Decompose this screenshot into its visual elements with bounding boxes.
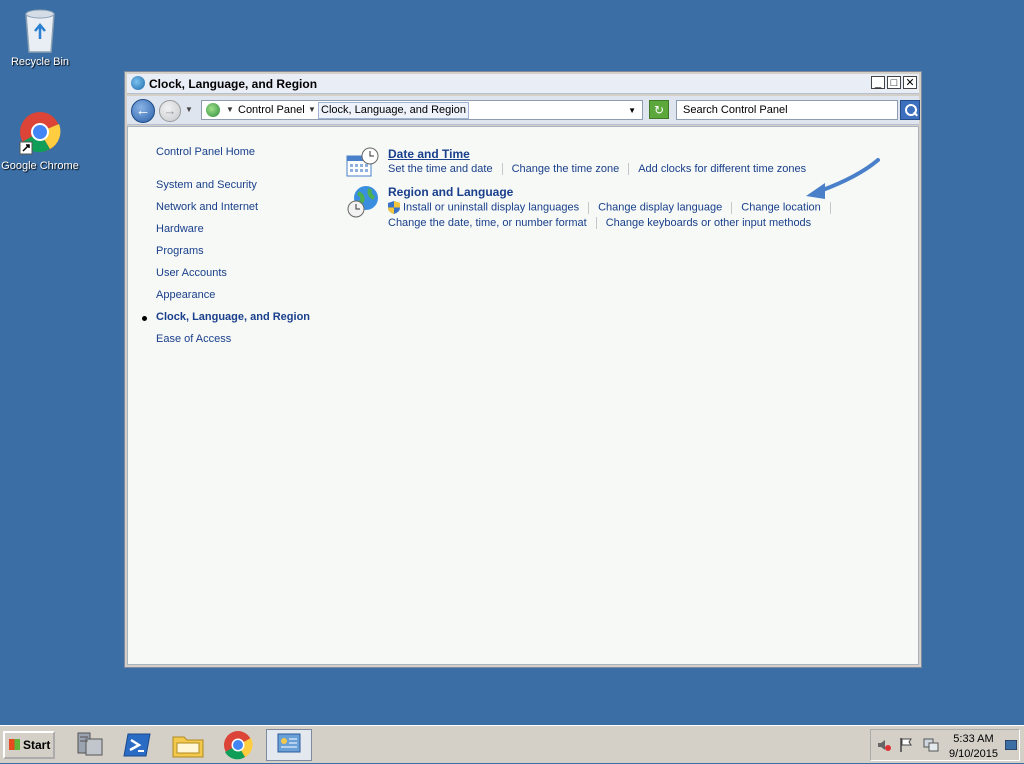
- left-navigation: Control Panel Home System and Security N…: [141, 146, 310, 345]
- nav-user-accounts[interactable]: User Accounts: [156, 267, 310, 279]
- back-button[interactable]: ←: [131, 99, 155, 123]
- control-panel-icon: [277, 733, 301, 753]
- region-language-links-row2: Change the date, time, or number format C…: [388, 217, 840, 230]
- calendar-clock-icon: [346, 147, 380, 182]
- chevron-right-icon[interactable]: ▼: [226, 105, 234, 114]
- network-icon[interactable]: [923, 737, 939, 756]
- desktop-icon-recycle-bin[interactable]: Recycle Bin: [0, 6, 80, 68]
- category-region-and-language: Region and Language Install or uninstall…: [388, 185, 840, 230]
- server-manager-icon: [77, 732, 103, 756]
- link-change-display-language[interactable]: Change display language: [598, 201, 722, 213]
- search-icon[interactable]: [900, 100, 920, 120]
- desktop-icon-label: Google Chrome: [1, 160, 79, 172]
- nav-network-and-internet[interactable]: Network and Internet: [156, 201, 310, 213]
- chrome-icon: [18, 110, 62, 158]
- link-change-time-zone[interactable]: Change the time zone: [512, 163, 620, 175]
- taskbar-clock[interactable]: 5:33 AM 9/10/2015: [949, 732, 998, 762]
- taskbar-powershell[interactable]: [120, 729, 156, 761]
- nav-programs[interactable]: Programs: [156, 245, 310, 257]
- link-install-display-languages[interactable]: Install or uninstall display languages: [403, 201, 579, 213]
- desktop-icon-label: Recycle Bin: [10, 56, 70, 68]
- folder-icon: [172, 736, 204, 758]
- link-separator: [588, 201, 590, 214]
- breadcrumb-current[interactable]: Clock, Language, and Region: [318, 102, 469, 119]
- nav-system-and-security[interactable]: System and Security: [156, 179, 310, 191]
- link-separator: [501, 163, 503, 176]
- chevron-down-icon[interactable]: ▼: [628, 106, 636, 115]
- nav-control-panel-home[interactable]: Control Panel Home: [156, 146, 310, 158]
- system-tray: 5:33 AM 9/10/2015: [870, 729, 1020, 761]
- chevron-right-icon[interactable]: ▼: [308, 105, 316, 114]
- recent-pages-dropdown-icon[interactable]: ▼: [185, 105, 193, 114]
- maximize-button[interactable]: □: [887, 76, 901, 89]
- control-panel-icon: [131, 76, 145, 90]
- control-panel-window: Clock, Language, and Region _ □ ✕ ← → ▼ …: [124, 71, 922, 668]
- globe-clock-icon: [346, 185, 380, 222]
- annotation-arrow-icon: [806, 158, 880, 199]
- start-button[interactable]: Start: [3, 731, 55, 759]
- forward-button[interactable]: →: [159, 100, 181, 122]
- category-title-date-and-time[interactable]: Date and Time: [388, 147, 806, 161]
- recycle-bin-icon: [18, 6, 62, 54]
- navigation-bar: ← → ▼ ▼ Control Panel ▼ Clock, Language,…: [127, 96, 920, 125]
- start-label: Start: [23, 738, 51, 752]
- nav-ease-of-access[interactable]: Ease of Access: [156, 333, 310, 345]
- show-desktop-icon[interactable]: [1004, 739, 1018, 753]
- taskbar: Start 5:33 AM 9/10/2015: [0, 725, 1024, 763]
- refresh-button[interactable]: ↻: [649, 100, 669, 119]
- control-panel-icon: [206, 103, 220, 117]
- region-language-links-row1: Install or uninstall display languages Ch…: [388, 201, 840, 214]
- nav-clock-language-region[interactable]: Clock, Language, and Region: [141, 311, 310, 323]
- nav-hardware[interactable]: Hardware: [156, 223, 310, 235]
- link-separator: [731, 201, 733, 214]
- title-bar[interactable]: Clock, Language, and Region _ □ ✕: [127, 74, 919, 94]
- search-input[interactable]: Search Control Panel: [676, 100, 898, 120]
- breadcrumb-control-panel[interactable]: Control Panel: [238, 104, 305, 116]
- volume-muted-icon[interactable]: [877, 738, 891, 755]
- category-date-and-time: Date and Time Set the time and date Chang…: [388, 147, 806, 176]
- link-add-clocks[interactable]: Add clocks for different time zones: [638, 163, 806, 175]
- clock-date: 9/10/2015: [949, 748, 998, 760]
- taskbar-explorer[interactable]: [170, 729, 206, 761]
- desktop-icon-google-chrome[interactable]: Google Chrome: [0, 110, 80, 172]
- link-set-time-date[interactable]: Set the time and date: [388, 163, 493, 175]
- windows-logo-icon: [9, 739, 20, 750]
- link-change-keyboards[interactable]: Change keyboards or other input methods: [606, 217, 811, 229]
- close-button[interactable]: ✕: [903, 76, 917, 89]
- content-pane: Control Panel Home System and Security N…: [127, 126, 919, 665]
- powershell-icon: [123, 733, 151, 757]
- taskbar-control-panel[interactable]: [266, 729, 312, 761]
- shield-icon: [388, 201, 400, 214]
- category-title-region-and-language[interactable]: Region and Language: [388, 185, 840, 199]
- action-center-flag-icon[interactable]: [899, 737, 913, 756]
- address-bar[interactable]: ▼ Control Panel ▼ Clock, Language, and R…: [201, 100, 643, 120]
- minimize-button[interactable]: _: [871, 76, 885, 89]
- link-separator: [595, 217, 597, 230]
- nav-appearance[interactable]: Appearance: [156, 289, 310, 301]
- window-title: Clock, Language, and Region: [149, 77, 318, 91]
- taskbar-chrome[interactable]: [220, 729, 256, 761]
- chrome-icon: [224, 731, 253, 760]
- date-and-time-links: Set the time and date Change the time zon…: [388, 163, 806, 176]
- link-separator: [628, 163, 630, 176]
- clock-time: 5:33 AM: [953, 733, 994, 745]
- link-change-date-time-number-format[interactable]: Change the date, time, or number format: [388, 217, 587, 229]
- taskbar-server-manager[interactable]: [72, 729, 108, 761]
